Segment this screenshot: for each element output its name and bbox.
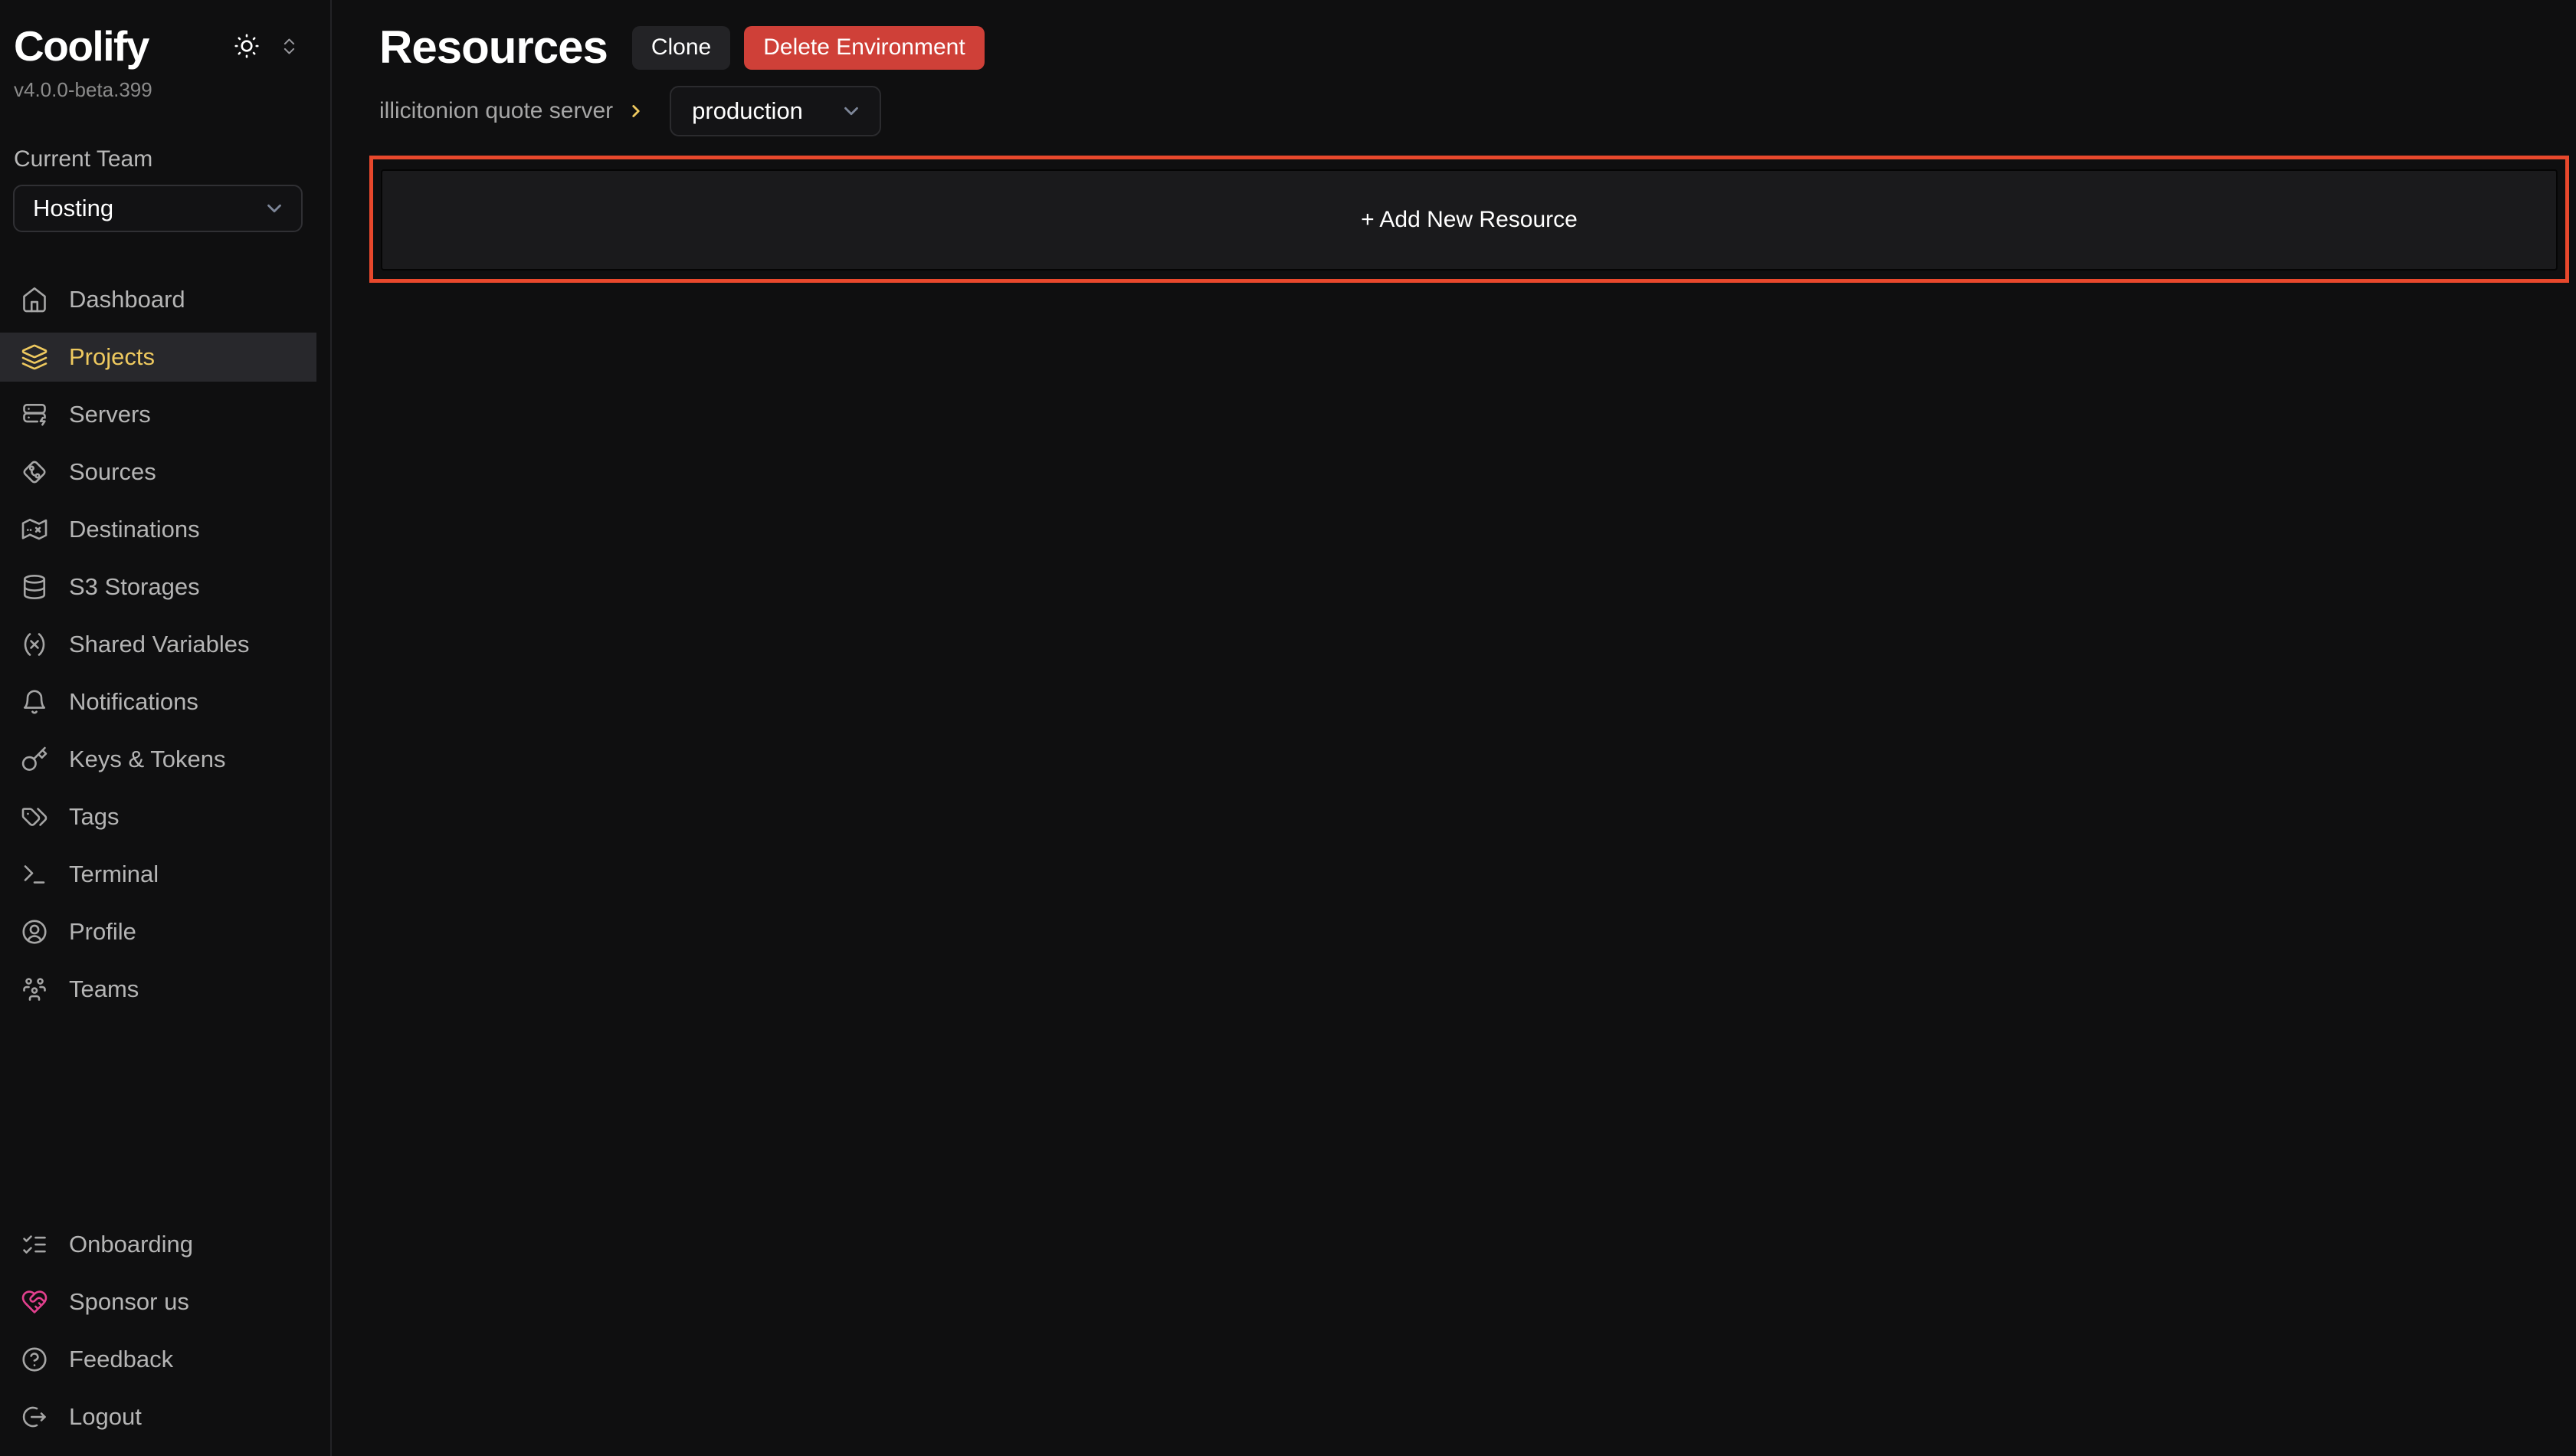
clone-button[interactable]: Clone [632,26,730,70]
sidebar-item-destinations[interactable]: Destinations [0,505,316,554]
sidebar-item-onboarding[interactable]: Onboarding [0,1220,316,1269]
environment-select[interactable]: production [670,86,881,136]
sidebar-item-logout[interactable]: Logout [0,1392,316,1441]
environment-select-value: production [692,97,803,125]
user-circle-icon [21,918,48,946]
app-logo[interactable]: Coolify [14,21,149,71]
variable-icon [21,631,48,658]
sidebar-item-projects[interactable]: Projects [0,333,316,382]
chevrons-up-down-icon[interactable] [279,36,300,57]
current-team-label: Current Team [0,146,330,172]
sidebar-nav: Dashboard Projects Servers Sources Desti… [0,275,330,1022]
sidebar-item-keys-tokens[interactable]: Keys & Tokens [0,735,316,784]
sidebar-item-sponsor-us[interactable]: Sponsor us [0,1277,316,1326]
heart-handshake-icon [21,1288,48,1316]
database-icon [21,573,48,601]
sidebar-footer: Onboarding Sponsor us Feedback Logout [0,1220,330,1456]
tags-icon [21,803,48,831]
team-select-value: Hosting [33,195,113,222]
server-icon [21,401,48,428]
delete-environment-button[interactable]: Delete Environment [744,26,984,70]
chevron-down-icon [840,100,863,123]
page-title: Resources [379,25,608,71]
sidebar-item-terminal[interactable]: Terminal [0,850,316,899]
main-content: Resources Clone Delete Environment illic… [332,0,2576,1456]
page-header: Resources Clone Delete Environment [379,25,2576,71]
sidebar-item-dashboard[interactable]: Dashboard [0,275,316,324]
terminal-icon [21,861,48,888]
team-select[interactable]: Hosting [13,185,303,232]
sidebar-item-sources[interactable]: Sources [0,448,316,497]
git-source-icon [21,458,48,486]
breadcrumb: illicitonion quote server production [379,86,2576,136]
sidebar-item-feedback[interactable]: Feedback [0,1335,316,1384]
bell-icon [21,688,48,716]
layers-icon [21,343,48,371]
users-icon [21,976,48,1003]
logout-icon [21,1403,48,1431]
chevron-down-icon [263,197,286,220]
home-icon [21,286,48,313]
sidebar-item-profile[interactable]: Profile [0,907,316,956]
add-new-resource-button[interactable]: + Add New Resource [381,169,2558,271]
sidebar-item-notifications[interactable]: Notifications [0,677,316,726]
theme-toggle-sun-icon[interactable] [233,32,261,60]
map-icon [21,516,48,543]
sidebar-item-s3-storages[interactable]: S3 Storages [0,562,316,612]
breadcrumb-project-link[interactable]: illicitonion quote server [379,98,613,124]
sidebar-item-teams[interactable]: Teams [0,965,316,1014]
app-version: v4.0.0-beta.399 [0,78,330,102]
sidebar-item-servers[interactable]: Servers [0,390,316,439]
chevron-right-icon [626,101,646,121]
annotation-highlight-rect: + Add New Resource [369,156,2569,283]
sidebar: Coolify v4.0.0-beta.399 Current Team Hos… [0,0,332,1456]
sidebar-item-shared-variables[interactable]: Shared Variables [0,620,316,669]
help-circle-icon [21,1346,48,1373]
sidebar-item-tags[interactable]: Tags [0,792,316,841]
list-checks-icon [21,1231,48,1258]
key-icon [21,746,48,773]
